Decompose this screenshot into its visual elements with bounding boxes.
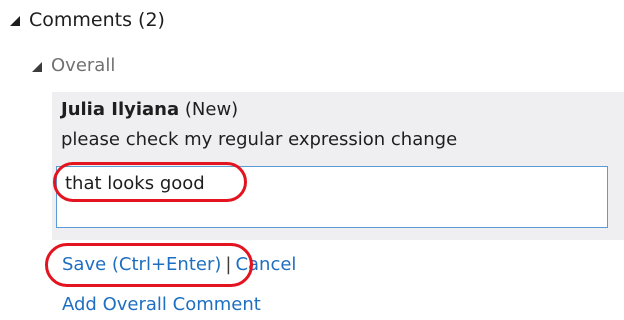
comment-thread: Julia Ilyiana (New) please check my regu… [52, 92, 624, 240]
comments-pane: Comments (2) Overall Julia Ilyiana (New)… [0, 0, 624, 320]
overall-group-title: Overall [51, 55, 116, 76]
comment-status: (New) [184, 99, 239, 120]
comment-meta: Julia Ilyiana (New) [61, 97, 238, 123]
reply-input[interactable]: that looks good [53, 162, 608, 228]
comment-author: Julia Ilyiana [61, 99, 180, 120]
comment-body: please check my regular expression chang… [61, 129, 458, 150]
overall-group-header[interactable]: Overall [32, 53, 115, 79]
comments-section-title: Comments (2) [29, 9, 165, 31]
add-overall-comment-link[interactable]: Add Overall Comment [62, 294, 261, 315]
cancel-button[interactable]: Cancel [235, 252, 296, 278]
reply-actions: Save (Ctrl+Enter) | Cancel [45, 243, 296, 287]
expanded-triangle-icon[interactable] [10, 16, 20, 26]
save-button[interactable]: Save (Ctrl+Enter) [62, 254, 221, 275]
expanded-triangle-icon[interactable] [32, 62, 42, 72]
comments-section-header[interactable]: Comments (2) [10, 6, 165, 34]
action-separator: | [225, 254, 232, 275]
reply-input-value: that looks good [65, 173, 205, 194]
